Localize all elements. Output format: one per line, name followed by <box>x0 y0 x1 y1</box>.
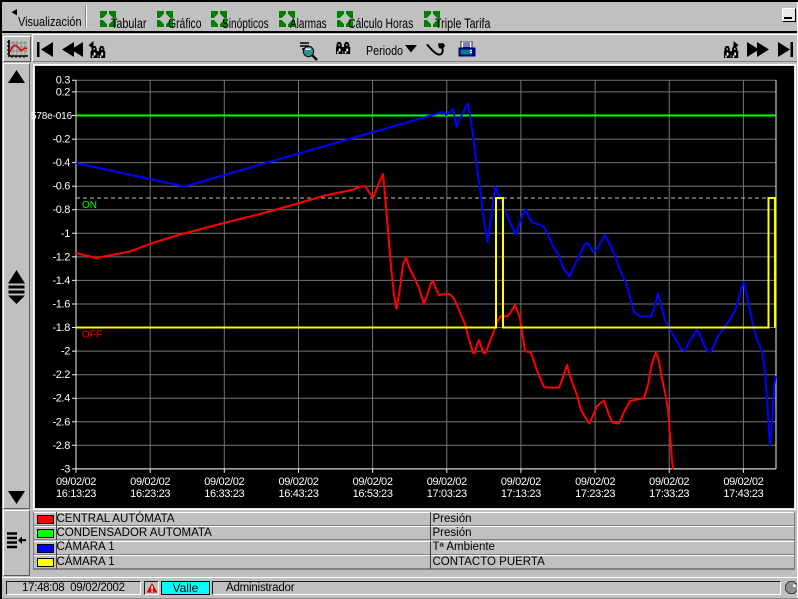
svg-text:0.2: 0.2 <box>56 86 70 98</box>
svg-text:09/02/02: 09/02/02 <box>427 476 467 488</box>
svg-text:-0.8: -0.8 <box>52 204 70 216</box>
svg-text:09/02/02: 09/02/02 <box>353 476 393 488</box>
svg-text:17:43:23: 17:43:23 <box>723 488 763 500</box>
svg-text:09/02/02: 09/02/02 <box>723 476 763 488</box>
svg-text:-1.6: -1.6 <box>52 299 70 311</box>
svg-text:ON: ON <box>82 200 97 211</box>
svg-text:-0.6: -0.6 <box>52 181 70 193</box>
svg-text:09/02/02: 09/02/02 <box>56 476 96 488</box>
svg-text:09/02/02: 09/02/02 <box>649 476 689 488</box>
svg-text:16:43:23: 16:43:23 <box>278 488 318 500</box>
svg-text:-2.2: -2.2 <box>52 369 70 381</box>
svg-text:17:03:23: 17:03:23 <box>427 488 467 500</box>
svg-text:OFF: OFF <box>82 330 102 341</box>
svg-text:-2.8: -2.8 <box>52 440 70 452</box>
svg-text:17:33:23: 17:33:23 <box>649 488 689 500</box>
svg-text:-0.2: -0.2 <box>52 134 70 146</box>
svg-text:16:13:23: 16:13:23 <box>56 488 96 500</box>
svg-text:-1: -1 <box>61 228 70 240</box>
svg-text:09/02/02: 09/02/02 <box>204 476 244 488</box>
svg-text:-2: -2 <box>61 346 70 358</box>
svg-text:-3: -3 <box>61 463 70 475</box>
svg-text:-1.2: -1.2 <box>52 251 70 263</box>
svg-text:0.3: 0.3 <box>56 75 70 87</box>
svg-text:-2.6: -2.6 <box>52 416 70 428</box>
svg-text:16:23:23: 16:23:23 <box>130 488 170 500</box>
svg-text:-2.4: -2.4 <box>52 393 70 405</box>
svg-text:09/02/02: 09/02/02 <box>130 476 170 488</box>
svg-text:-1.8: -1.8 <box>52 322 70 334</box>
svg-text:16:53:23: 16:53:23 <box>353 488 393 500</box>
svg-text:09/02/02: 09/02/02 <box>575 476 615 488</box>
svg-text:-0.4: -0.4 <box>52 157 70 169</box>
svg-text:09/02/02: 09/02/02 <box>501 476 541 488</box>
svg-text:16:33:23: 16:33:23 <box>204 488 244 500</box>
svg-text:17:13:23: 17:13:23 <box>501 488 541 500</box>
svg-text:-1.4: -1.4 <box>52 275 70 287</box>
svg-text:09/02/02: 09/02/02 <box>278 476 318 488</box>
svg-text:17:23:23: 17:23:23 <box>575 488 615 500</box>
